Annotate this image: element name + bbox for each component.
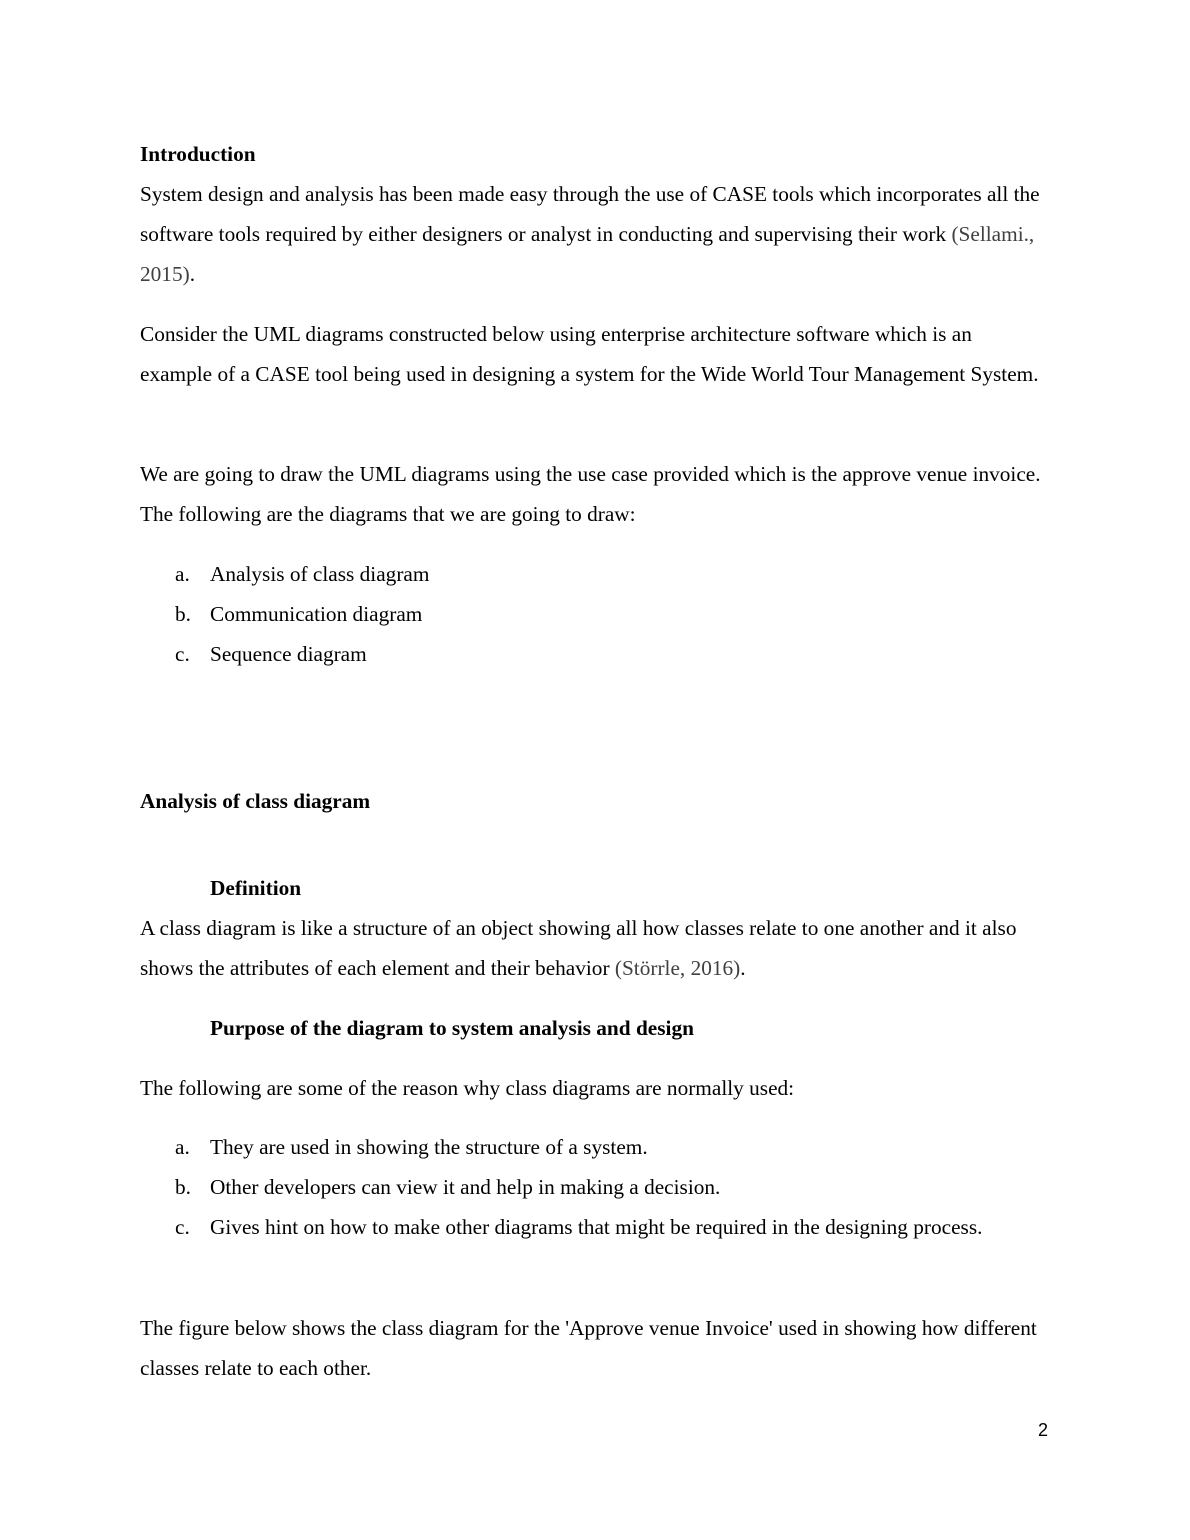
list-marker: c.: [175, 642, 190, 666]
list-marker: b.: [175, 1175, 191, 1199]
definition-paragraph: A class diagram is like a structure of a…: [140, 908, 1050, 988]
document-page: Introduction System design and analysis …: [0, 0, 1190, 1540]
intro-heading: Introduction: [140, 142, 256, 166]
list-marker: c.: [175, 1215, 190, 1239]
list-item: b. Communication diagram: [140, 594, 1060, 634]
definition-text: A class diagram is like a structure of a…: [140, 916, 1017, 980]
page-number: 2: [1038, 1420, 1049, 1440]
purpose-heading: Purpose of the diagram to system analysi…: [210, 1016, 694, 1040]
figure-intro-paragraph: The figure below shows the class diagram…: [140, 1316, 1037, 1380]
definition-end: .: [740, 956, 746, 980]
list-item-text: They are used in showing the structure o…: [210, 1135, 648, 1159]
intro-paragraph-2: Consider the UML diagrams constructed be…: [140, 322, 1039, 386]
purpose-intro: The following are some of the reason why…: [140, 1076, 795, 1100]
list-marker: b.: [175, 602, 191, 626]
list-item: a. They are used in showing the structure…: [140, 1127, 990, 1167]
list-marker: a.: [175, 1135, 190, 1159]
list-item: c. Gives hint on how to make other diagra…: [140, 1207, 990, 1247]
list-item: a. Analysis of class diagram: [140, 554, 1060, 594]
diagram-list: a. Analysis of class diagram b. Communicat…: [140, 554, 1060, 674]
citation-storrle: (Störrle, 2016): [614, 956, 741, 980]
intro-paragraph-1: System design and analysis has been made…: [140, 174, 1060, 294]
list-item-text: Other developers can view it and help in…: [210, 1175, 721, 1199]
list-item: c. Sequence diagram: [140, 634, 1060, 674]
list-marker: a.: [175, 562, 190, 586]
intro-paragraph-3: We are going to draw the UML diagrams us…: [140, 462, 1041, 526]
list-item-text: Gives hint on how to make other diagrams…: [210, 1215, 983, 1239]
intro-p1-end: .: [189, 262, 196, 286]
intro-p1-text: System design and analysis has been made…: [140, 182, 1040, 246]
definition-heading: Definition: [210, 876, 302, 900]
class-section-heading: Analysis of class diagram: [140, 789, 371, 813]
list-item-text: Sequence diagram: [210, 642, 367, 666]
list-item-text: Communication diagram: [210, 602, 423, 626]
list-item: b. Other developers can view it and help …: [140, 1167, 990, 1207]
list-item-text: Analysis of class diagram: [210, 562, 430, 586]
purpose-list: a. They are used in showing the structure…: [140, 1127, 990, 1247]
